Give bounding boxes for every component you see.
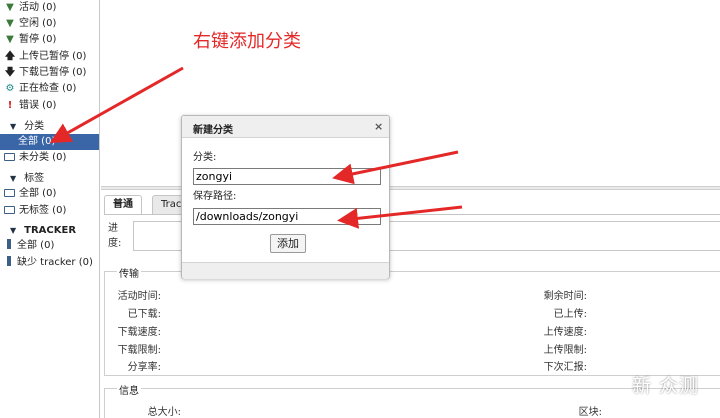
sidebar-item-label: 下载已暂停 (0) xyxy=(19,67,87,78)
pieces-label: 区块: xyxy=(578,407,602,418)
save-path-input[interactable] xyxy=(193,208,381,225)
folder-icon xyxy=(4,153,15,161)
sidebar-item-tag-all[interactable]: 全部 (0) xyxy=(0,186,99,202)
category-input[interactable] xyxy=(193,168,381,185)
gear-icon: ⚙ xyxy=(5,83,15,94)
sidebar-item-label: 全部 (0) xyxy=(17,240,55,251)
sidebar-item-label: 正在检查 (0) xyxy=(19,83,77,94)
down-arrow-icon: 🡇 xyxy=(4,67,16,78)
sidebar-item-label: 暂停 (0) xyxy=(19,34,57,45)
sidebar-item-label: 错误 (0) xyxy=(19,100,57,111)
next-announce-label: 下次汇报: xyxy=(543,362,587,373)
upload-limit-label: 上传限制: xyxy=(543,345,587,356)
sidebar-item-label: 上传已暂停 (0) xyxy=(19,51,87,62)
tracker-icon xyxy=(7,256,11,266)
downloaded-label: 已下载: xyxy=(127,309,161,320)
sidebar-item-uncategorized[interactable]: 未分类 (0) xyxy=(0,150,99,166)
dialog-title: 新建分类 xyxy=(193,125,233,136)
total-size-label: 总大小: xyxy=(147,407,181,418)
collapse-triangle-icon: ▼ xyxy=(10,226,17,235)
dialog-titlebar[interactable]: 新建分类 × xyxy=(182,116,389,138)
tracker-icon xyxy=(7,239,11,249)
category-label: 分类: xyxy=(193,152,217,163)
categories-header[interactable]: ▼ 分类 xyxy=(0,120,99,134)
exclamation-icon: ! xyxy=(7,100,13,111)
transfer-section: 传输 活动时间: 已下载: 下载速度: 下载限制: 分享率: 剩余时间: 已上传… xyxy=(104,265,720,376)
categories-header-label: 分类 xyxy=(24,121,45,132)
trackers-header-label: TRACKER xyxy=(24,225,77,236)
filter-icon: ▼ xyxy=(6,18,14,29)
add-button[interactable]: 添加 xyxy=(270,234,306,253)
folder-icon xyxy=(4,206,15,214)
sidebar-item-paused[interactable]: ▼ 暂停 (0) xyxy=(0,32,99,48)
download-limit-label: 下载限制: xyxy=(117,345,161,356)
save-path-label: 保存路径: xyxy=(193,191,237,202)
sidebar-item-label: 全部 (0) xyxy=(19,188,57,199)
filter-icon: ▼ xyxy=(6,34,14,45)
sidebar-item-label: 活动 (0) xyxy=(19,2,57,13)
watermark: 新 众测 xyxy=(632,375,700,397)
transfer-legend: 传输 xyxy=(117,265,141,280)
up-arrow-icon: 🡅 xyxy=(4,51,16,62)
sidebar-item-upload-paused[interactable]: 🡅 上传已暂停 (0) xyxy=(0,49,99,65)
info-section: 信息 总大小: 区块: xyxy=(104,382,720,418)
sidebar-item-label: 无标签 (0) xyxy=(19,205,67,216)
sidebar-item-error[interactable]: ! 错误 (0) xyxy=(0,98,99,114)
sidebar-item-label: 空闲 (0) xyxy=(19,18,57,29)
filter-icon: ▼ xyxy=(6,2,14,13)
tags-header[interactable]: ▼ 标签 xyxy=(0,172,99,186)
tab-general[interactable]: 普通 xyxy=(104,195,142,214)
time-active-label: 活动时间: xyxy=(117,291,161,302)
tags-header-label: 标签 xyxy=(24,173,45,184)
sidebar-item-tracker-all[interactable]: 全部 (0) xyxy=(0,238,99,254)
annotation-text: 右键添加分类 xyxy=(193,31,301,52)
sidebar-item-label: 全部 (0) xyxy=(18,136,56,147)
close-icon[interactable]: × xyxy=(374,120,383,133)
sidebar-item-label: 未分类 (0) xyxy=(19,152,67,163)
app-window: ▼ 活动 (0) ▼ 空闲 (0) ▼ 暂停 (0) 🡅 上传已暂停 (0) 🡇 下载已暂… xyxy=(0,0,720,418)
new-category-dialog: 新建分类 × 分类: 保存路径: 添加 xyxy=(181,115,390,279)
trackers-header[interactable]: ▼ TRACKER xyxy=(0,224,99,238)
dialog-footer xyxy=(182,262,389,279)
info-legend: 信息 xyxy=(117,382,141,397)
sidebar-item-checking[interactable]: ⚙ 正在检查 (0) xyxy=(0,81,99,97)
tab-label: 普通 xyxy=(113,199,133,210)
collapse-triangle-icon: ▼ xyxy=(10,122,17,131)
progress-label: 进度: xyxy=(108,223,122,249)
uploaded-label: 已上传: xyxy=(553,309,587,320)
sidebar-item-trackerless[interactable]: 缺少 tracker (0) xyxy=(0,255,99,271)
sidebar-item-active[interactable]: ▼ 活动 (0) xyxy=(0,0,99,16)
sidebar-item-idle[interactable]: ▼ 空闲 (0) xyxy=(0,16,99,32)
share-ratio-label: 分享率: xyxy=(127,362,161,373)
folder-icon xyxy=(4,189,15,197)
eta-label: 剩余时间: xyxy=(543,291,587,302)
collapse-triangle-icon: ▼ xyxy=(10,174,17,183)
sidebar-item-label: 缺少 tracker (0) xyxy=(17,257,93,268)
sidebar-item-download-paused[interactable]: 🡇 下载已暂停 (0) xyxy=(0,65,99,81)
sidebar-item-untagged[interactable]: 无标签 (0) xyxy=(0,203,99,219)
sidebar: ▼ 活动 (0) ▼ 空闲 (0) ▼ 暂停 (0) 🡅 上传已暂停 (0) 🡇 下载已暂… xyxy=(0,0,100,418)
sidebar-item-category-all[interactable]: 全部 (0) xyxy=(0,134,99,150)
download-speed-label: 下载速度: xyxy=(117,327,161,338)
upload-speed-label: 上传速度: xyxy=(543,327,587,338)
